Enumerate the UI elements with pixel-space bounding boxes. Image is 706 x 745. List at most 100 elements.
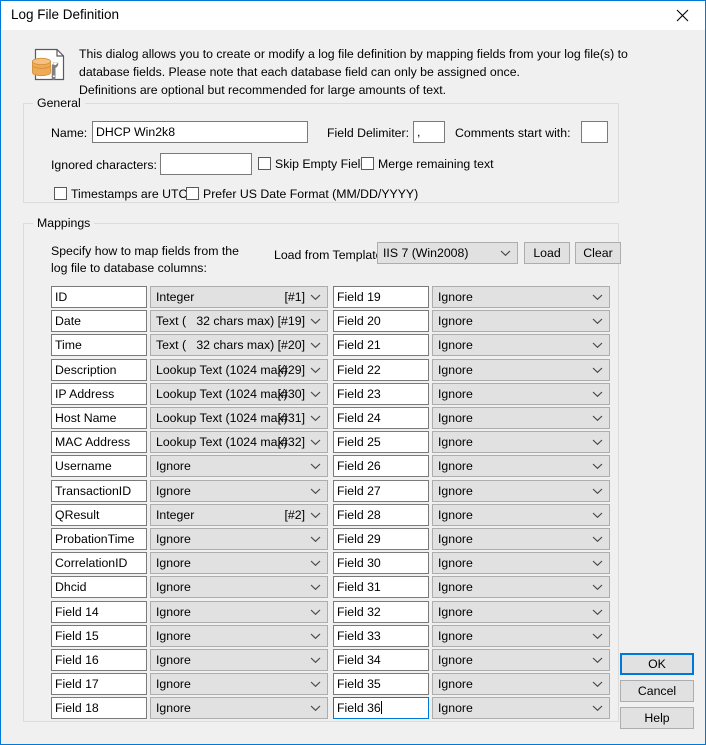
mapping-type-select[interactable]: Ignore (432, 649, 610, 671)
mapping-field-name-input[interactable]: Field 22 (333, 358, 429, 381)
mapping-field-name-input[interactable]: Field 35 (333, 673, 429, 696)
mapping-type-select[interactable]: Lookup Text (1024 max) [#31] (150, 407, 328, 429)
mapping-field-name-input[interactable]: Field 31 (333, 576, 429, 599)
mapping-type-select[interactable]: Ignore (150, 624, 328, 647)
mapping-field-name-input[interactable]: Time (51, 334, 147, 357)
mapping-field-name-input[interactable]: ProbationTime (51, 528, 147, 550)
mapping-type-value: Ignore (438, 338, 473, 353)
mapping-field-name-input[interactable]: Field 19 (333, 286, 429, 308)
mapping-type-select[interactable]: Lookup Text (1024 max) [#30] (150, 382, 328, 405)
mapping-type-select[interactable]: Ignore (432, 286, 610, 308)
mapping-type-select[interactable]: Ignore (432, 334, 610, 357)
timestamps-utc-checkbox[interactable] (54, 187, 67, 200)
mapping-type-select[interactable]: Ignore (432, 624, 610, 647)
skip-empty-fields-checkbox[interactable] (258, 157, 271, 170)
mapping-field-name-input[interactable]: Field 21 (333, 334, 429, 357)
field-delimiter-input[interactable]: , (413, 121, 445, 143)
mapping-field-name-input[interactable]: QResult (51, 503, 147, 526)
mapping-type-select[interactable]: Ignore (150, 455, 328, 478)
skip-empty-fields-label: Skip Empty Fields (275, 157, 374, 171)
mapping-type-select[interactable]: Ignore (432, 431, 610, 454)
mapping-field-name-input[interactable]: ID (51, 286, 147, 308)
mapping-field-name-input[interactable]: Field 23 (333, 382, 429, 405)
mapping-type-select[interactable]: Text ( 32 chars max) [#20] (150, 334, 328, 357)
mapping-type-select[interactable]: Lookup Text (1024 max) [#32] (150, 431, 328, 454)
comments-start-input[interactable] (581, 121, 608, 143)
mapping-type-select[interactable]: Ignore (150, 479, 328, 502)
mapping-field-name-input[interactable]: Field 30 (333, 552, 429, 575)
mapping-type-select[interactable]: Ignore (150, 649, 328, 671)
mapping-type-select[interactable]: Ignore (432, 479, 610, 502)
mapping-type-value: Ignore (156, 483, 191, 498)
mapping-type-select[interactable]: Ignore (432, 600, 610, 623)
mapping-type-select[interactable]: Ignore (432, 407, 610, 429)
mapping-type-select[interactable]: Ignore (150, 552, 328, 575)
mapping-type-select[interactable]: Ignore (432, 310, 610, 333)
mapping-type-select[interactable]: Ignore (432, 528, 610, 550)
chevron-down-icon (592, 360, 603, 380)
clear-template-button[interactable]: Clear (575, 242, 621, 264)
mapping-type-select[interactable]: Integer [#1] (150, 286, 328, 308)
mapping-field-name-input[interactable]: Description (51, 358, 147, 381)
mapping-field-name-input[interactable]: Field 14 (51, 600, 147, 623)
cancel-button[interactable]: Cancel (620, 680, 694, 702)
mapping-field-name-input[interactable]: Field 17 (51, 673, 147, 696)
ok-button[interactable]: OK (620, 653, 694, 675)
mapping-field-name-input[interactable]: Host Name (51, 407, 147, 429)
mapping-field-name-input[interactable]: Field 26 (333, 455, 429, 478)
mapping-type-select[interactable]: Ignore (150, 600, 328, 623)
mapping-type-select[interactable]: Ignore (432, 455, 610, 478)
mapping-type-select[interactable]: Ignore (432, 552, 610, 575)
mapping-field-name-input[interactable]: Field 16 (51, 649, 147, 671)
mapping-type-select[interactable]: Integer [#2] (150, 503, 328, 526)
mapping-field-name-input[interactable]: Field 33 (333, 624, 429, 647)
help-button[interactable]: Help (620, 707, 694, 729)
prefer-us-date-checkbox[interactable] (186, 187, 199, 200)
load-template-button[interactable]: Load (524, 242, 570, 264)
mapping-type-select[interactable]: Ignore (432, 673, 610, 696)
mapping-type-select[interactable]: Ignore (150, 528, 328, 550)
mapping-field-name-input[interactable]: Field 29 (333, 528, 429, 550)
mapping-type-select[interactable]: Ignore (432, 382, 610, 405)
mapping-field-name-input[interactable]: Field 34 (333, 649, 429, 671)
mapping-field-name-input[interactable]: MAC Address (51, 431, 147, 454)
template-select[interactable]: IIS 7 (Win2008) (377, 242, 518, 264)
ignored-characters-input[interactable] (160, 153, 252, 175)
chevron-down-icon (310, 602, 321, 622)
mapping-field-name-input[interactable]: Field 20 (333, 310, 429, 333)
mapping-field-name-input[interactable]: TransactionID (51, 479, 147, 502)
mapping-type-index: [#31] (277, 411, 305, 425)
mapping-type-value: Ignore (438, 628, 473, 643)
mapping-field-name-input[interactable]: Username (51, 455, 147, 478)
mapping-type-select[interactable]: Ignore (432, 576, 610, 599)
mapping-field-name-input[interactable]: Field 27 (333, 479, 429, 502)
mapping-type-value: Ignore (438, 556, 473, 571)
mapping-type-select[interactable]: Ignore (432, 503, 610, 526)
mapping-type-select[interactable]: Ignore (432, 697, 610, 720)
mapping-field-name-input[interactable]: Dhcid (51, 576, 147, 599)
mapping-field-name-input[interactable]: Field 18 (51, 697, 147, 720)
chevron-down-icon (310, 360, 321, 380)
mapping-type-value: Ignore (156, 701, 191, 716)
mapping-field-name-input[interactable]: Date (51, 310, 147, 333)
mapping-type-select[interactable]: Text ( 32 chars max) [#19] (150, 310, 328, 333)
mapping-type-select[interactable]: Ignore (432, 358, 610, 381)
mapping-field-name-input[interactable]: Field 32 (333, 600, 429, 623)
mapping-field-name-input[interactable]: IP Address (51, 382, 147, 405)
text-caret (380, 701, 382, 715)
chevron-down-icon (592, 626, 603, 646)
mapping-field-name-input[interactable]: Field 24 (333, 407, 429, 429)
mapping-field-name-input[interactable]: Field 25 (333, 431, 429, 454)
mapping-type-select[interactable]: Ignore (150, 673, 328, 696)
mapping-field-name-input[interactable]: Field 15 (51, 624, 147, 647)
mapping-field-name-input[interactable]: Field 28 (333, 503, 429, 526)
mapping-type-select[interactable]: Ignore (150, 697, 328, 720)
mapping-field-name-input[interactable]: CorrelationID (51, 552, 147, 575)
merge-remaining-text-checkbox[interactable] (361, 157, 374, 170)
name-label: Name: (51, 126, 88, 140)
mapping-field-name-input[interactable]: Field 36 (333, 697, 429, 720)
mapping-type-select[interactable]: Ignore (150, 576, 328, 599)
close-button[interactable] (659, 1, 705, 30)
mapping-type-select[interactable]: Lookup Text (1024 max) [#29] (150, 358, 328, 381)
name-input[interactable]: DHCP Win2k8 (92, 121, 308, 143)
